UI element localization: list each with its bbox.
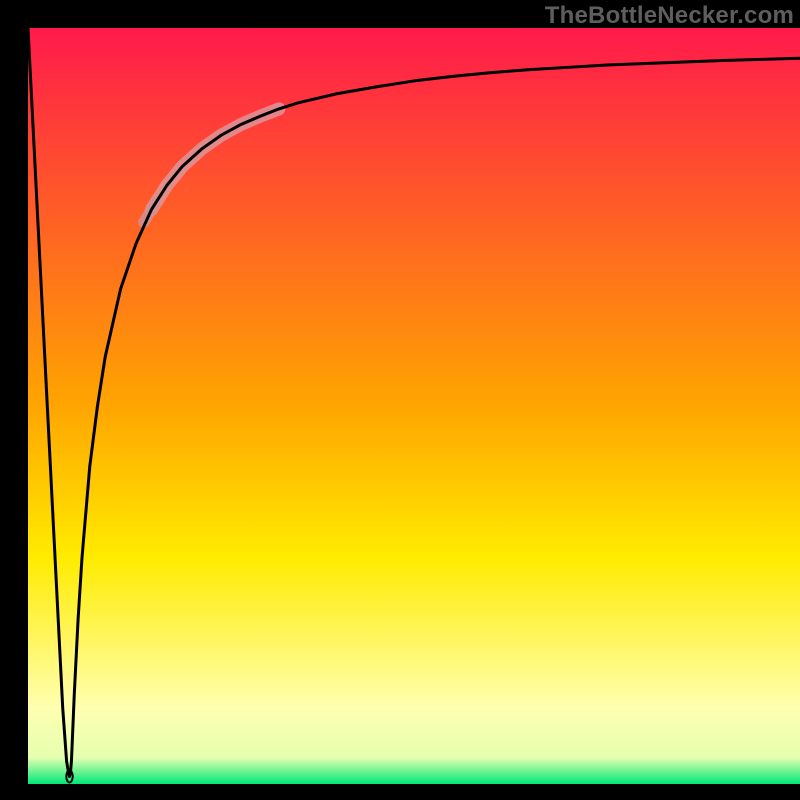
chart-gradient-bg — [28, 28, 800, 784]
bottleneck-chart — [0, 0, 800, 800]
chart-container: TheBottleNecker.com — [0, 0, 800, 800]
site-watermark: TheBottleNecker.com — [545, 2, 794, 30]
